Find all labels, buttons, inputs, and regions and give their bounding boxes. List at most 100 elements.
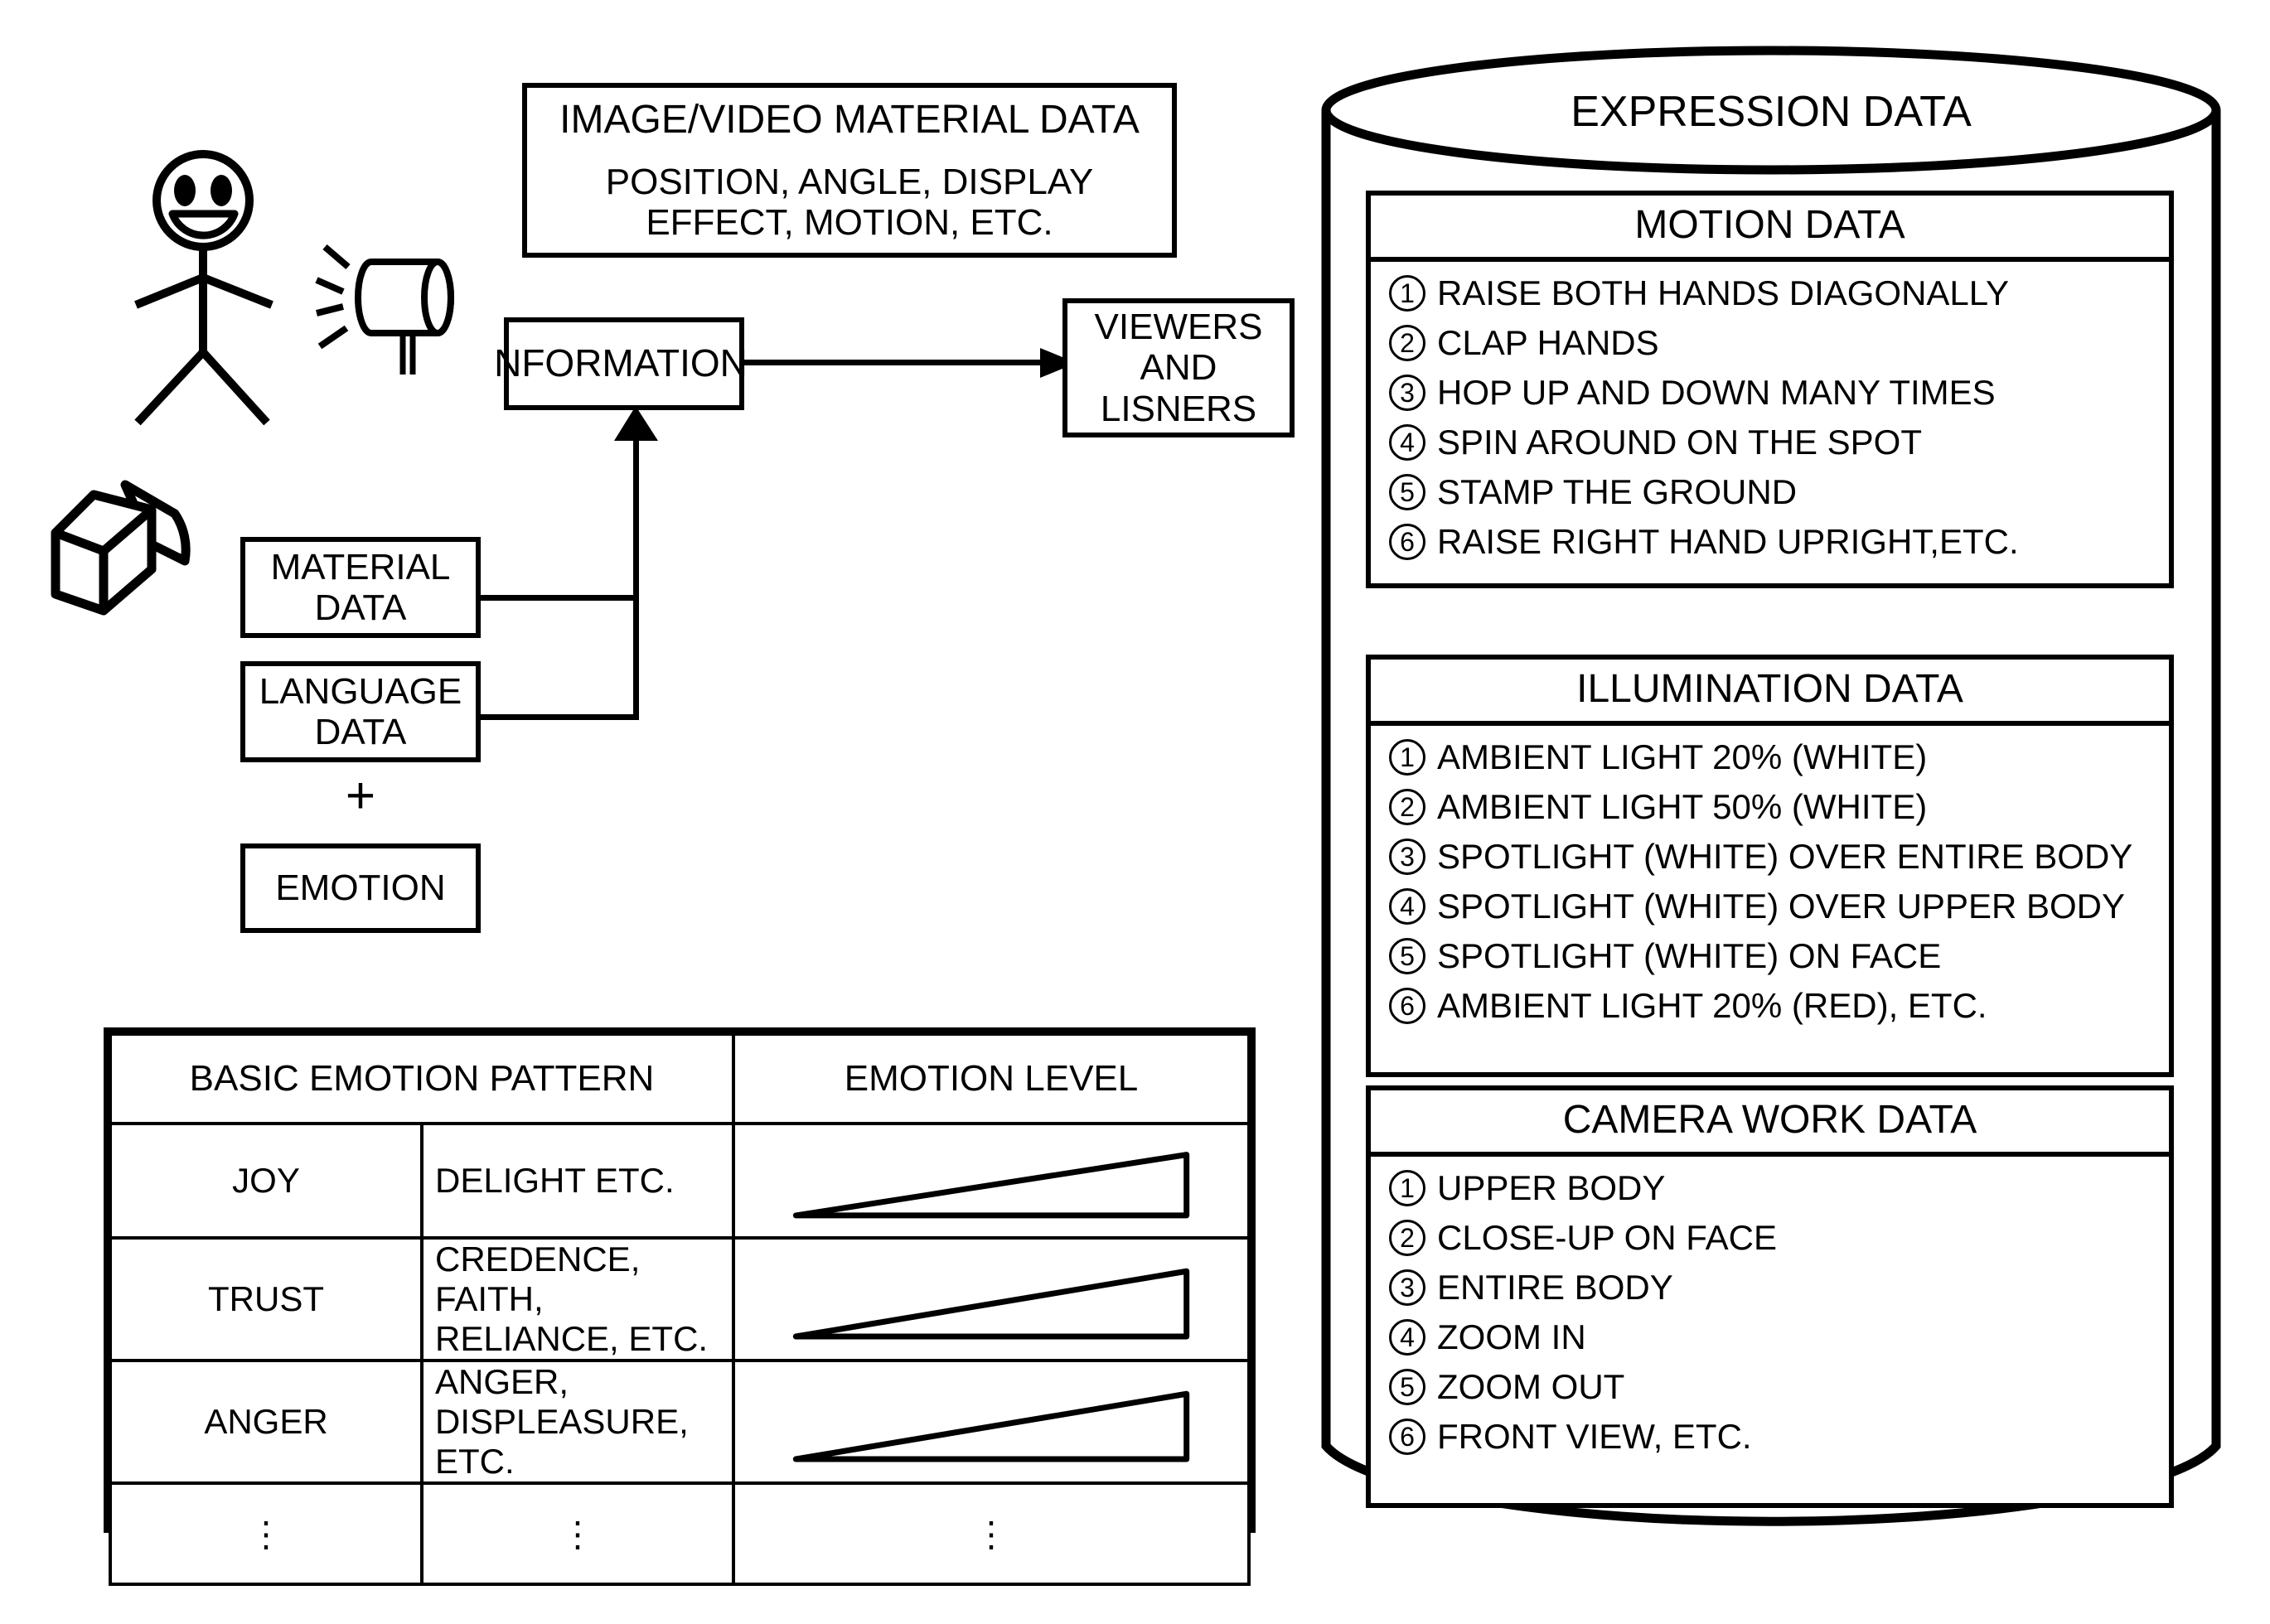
emotion-table: BASIC EMOTION PATTERN EMOTION LEVEL JOY … bbox=[104, 1027, 1256, 1587]
material-data-box: MATERIAL DATA bbox=[240, 537, 481, 638]
camera-work-data-list: 1 UPPER BODY 2 CLOSE-UP ON FACE 3 ENTIRE… bbox=[1371, 1157, 2169, 1478]
item-number-6: 6 bbox=[1389, 524, 1425, 560]
item-text: SPOTLIGHT (WHITE) OVER ENTIRE BODY bbox=[1437, 837, 2133, 876]
material-data-line1: MATERIAL bbox=[270, 546, 451, 587]
motion-data-title: MOTION DATA bbox=[1371, 196, 2169, 262]
emotion-level-ramp bbox=[732, 1359, 1251, 1486]
list-item: 6 FRONT VIEW, ETC. bbox=[1389, 1419, 2169, 1455]
motion-data-panel: MOTION DATA 1 RAISE BOTH HANDS DIAGONALL… bbox=[1366, 191, 2174, 588]
emotion-desc: CREDENCE, FAITH, RELIANCE, ETC. bbox=[420, 1236, 735, 1363]
list-item: 6 RAISE RIGHT HAND UPRIGHT,ETC. bbox=[1389, 524, 2169, 560]
item-text: RAISE RIGHT HAND UPRIGHT,ETC. bbox=[1437, 522, 2019, 561]
viewers-line1: VIEWERS bbox=[1094, 307, 1263, 348]
item-text: AMBIENT LIGHT 20% (WHITE) bbox=[1437, 737, 1928, 776]
item-text: SPOTLIGHT (WHITE) OVER UPPER BODY bbox=[1437, 887, 2125, 926]
language-data-line1: LANGUAGE bbox=[259, 670, 462, 712]
item-number-2: 2 bbox=[1389, 325, 1425, 361]
item-number-5: 5 bbox=[1389, 474, 1425, 510]
list-item: 6 AMBIENT LIGHT 20% (RED), ETC. bbox=[1389, 988, 2169, 1024]
table-row-ellipsis: ⋮ ⋮ ⋮ bbox=[109, 1481, 1251, 1587]
arrow-into-information-head bbox=[614, 406, 658, 441]
table-row: ANGER ANGER, DISPLEASURE, ETC. bbox=[109, 1359, 1251, 1486]
list-item: 4 SPOTLIGHT (WHITE) OVER UPPER BODY bbox=[1389, 888, 2169, 925]
item-text: SPIN AROUND ON THE SPOT bbox=[1437, 423, 1922, 462]
list-item: 3 SPOTLIGHT (WHITE) OVER ENTIRE BODY bbox=[1389, 839, 2169, 875]
expression-data-title-text: EXPRESSION DATA bbox=[1571, 88, 1972, 136]
item-text: CLAP HANDS bbox=[1437, 323, 1659, 362]
item-text: HOP UP AND DOWN MANY TIMES bbox=[1437, 373, 1996, 412]
item-text: ENTIRE BODY bbox=[1437, 1268, 1673, 1307]
list-item: 5 ZOOM OUT bbox=[1389, 1369, 2169, 1405]
item-number-4: 4 bbox=[1389, 888, 1425, 925]
emotion-level-ramp bbox=[732, 1121, 1251, 1240]
illumination-data-title: ILLUMINATION DATA bbox=[1371, 660, 2169, 726]
emotion-name: TRUST bbox=[109, 1236, 424, 1363]
image-video-material-data-detail: POSITION, ANGLE, DISPLAY EFFECT, MOTION,… bbox=[522, 152, 1177, 258]
image-video-material-data-title: IMAGE/VIDEO MATERIAL DATA bbox=[522, 83, 1177, 156]
item-text: FRONT VIEW, ETC. bbox=[1437, 1417, 1752, 1456]
viewers-and-listeners-box: VIEWERS AND LISNERS bbox=[1062, 298, 1295, 437]
list-item: 4 ZOOM IN bbox=[1389, 1319, 2169, 1356]
list-item: 4 SPIN AROUND ON THE SPOT bbox=[1389, 424, 2169, 461]
item-text: ZOOM OUT bbox=[1437, 1367, 1625, 1406]
information-box: NFORMATION bbox=[494, 317, 748, 410]
item-number-3: 3 bbox=[1389, 375, 1425, 411]
viewers-line3: LISNERS bbox=[1100, 388, 1257, 429]
emotion-box: EMOTION bbox=[240, 843, 481, 933]
emotion-level-ramp bbox=[732, 1236, 1251, 1363]
item-number-1: 1 bbox=[1389, 1170, 1425, 1206]
table-header-row: BASIC EMOTION PATTERN EMOTION LEVEL bbox=[109, 1032, 1251, 1125]
list-item: 2 AMBIENT LIGHT 50% (WHITE) bbox=[1389, 789, 2169, 825]
emotion-name-ellipsis: ⋮ bbox=[109, 1481, 424, 1587]
item-number-3: 3 bbox=[1389, 839, 1425, 875]
header-basic-emotion-pattern: BASIC EMOTION PATTERN bbox=[109, 1032, 735, 1125]
item-number-1: 1 bbox=[1389, 275, 1425, 312]
table-row: TRUST CREDENCE, FAITH, RELIANCE, ETC. bbox=[109, 1236, 1251, 1363]
list-item: 1 UPPER BODY bbox=[1389, 1170, 2169, 1206]
camera-box-icon bbox=[51, 480, 191, 616]
item-text: UPPER BODY bbox=[1437, 1168, 1666, 1207]
information-label: NFORMATION bbox=[494, 341, 748, 385]
emotion-name: ANGER bbox=[109, 1359, 424, 1486]
item-number-6: 6 bbox=[1389, 988, 1425, 1024]
expression-data-title: EXPRESSION DATA bbox=[1319, 87, 2223, 137]
item-number-3: 3 bbox=[1389, 1269, 1425, 1306]
table-row: JOY DELIGHT ETC. bbox=[109, 1121, 1251, 1240]
image-video-detail-line2: EFFECT, MOTION, ETC. bbox=[646, 202, 1053, 243]
image-video-title-text: IMAGE/VIDEO MATERIAL DATA bbox=[559, 97, 1140, 142]
item-number-5: 5 bbox=[1389, 1369, 1425, 1405]
item-text: ZOOM IN bbox=[1437, 1317, 1586, 1356]
connector-language-horizontal bbox=[479, 714, 638, 720]
motion-data-list: 1 RAISE BOTH HANDS DIAGONALLY 2 CLAP HAN… bbox=[1371, 262, 2169, 583]
header-emotion-level: EMOTION LEVEL bbox=[732, 1032, 1251, 1125]
illumination-data-panel: ILLUMINATION DATA 1 AMBIENT LIGHT 20% (W… bbox=[1366, 655, 2174, 1077]
list-item: 1 AMBIENT LIGHT 20% (WHITE) bbox=[1389, 739, 2169, 776]
item-text: RAISE BOTH HANDS DIAGONALLY bbox=[1437, 273, 2010, 312]
list-item: 5 SPOTLIGHT (WHITE) ON FACE bbox=[1389, 938, 2169, 974]
list-item: 3 HOP UP AND DOWN MANY TIMES bbox=[1389, 375, 2169, 411]
connector-material-horizontal bbox=[479, 595, 638, 601]
item-number-2: 2 bbox=[1389, 789, 1425, 825]
item-number-2: 2 bbox=[1389, 1220, 1425, 1256]
plus-symbol: + bbox=[240, 771, 481, 822]
item-text: AMBIENT LIGHT 50% (WHITE) bbox=[1437, 787, 1928, 826]
arrow-information-to-viewers-shaft bbox=[744, 360, 1051, 365]
item-number-1: 1 bbox=[1389, 739, 1425, 776]
item-text: CLOSE-UP ON FACE bbox=[1437, 1218, 1777, 1257]
connector-vertical-riser bbox=[633, 424, 639, 720]
item-number-4: 4 bbox=[1389, 1319, 1425, 1356]
camera-work-data-panel: CAMERA WORK DATA 1 UPPER BODY 2 CLOSE-UP… bbox=[1366, 1085, 2174, 1508]
viewers-line2: AND bbox=[1140, 347, 1217, 389]
image-video-detail-line1: POSITION, ANGLE, DISPLAY bbox=[605, 161, 1094, 202]
emotion-desc: ANGER, DISPLEASURE, ETC. bbox=[420, 1359, 735, 1486]
spotlight-icon bbox=[315, 244, 454, 375]
item-number-6: 6 bbox=[1389, 1419, 1425, 1455]
stick-figure-icon bbox=[134, 150, 273, 426]
item-text: AMBIENT LIGHT 20% (RED), ETC. bbox=[1437, 986, 1987, 1025]
emotion-name: JOY bbox=[109, 1121, 424, 1240]
list-item: 2 CLOSE-UP ON FACE bbox=[1389, 1220, 2169, 1256]
emotion-box-label: EMOTION bbox=[275, 868, 446, 909]
language-data-box: LANGUAGE DATA bbox=[240, 661, 481, 762]
camera-work-data-title: CAMERA WORK DATA bbox=[1371, 1090, 2169, 1157]
item-text: STAMP THE GROUND bbox=[1437, 472, 1798, 511]
